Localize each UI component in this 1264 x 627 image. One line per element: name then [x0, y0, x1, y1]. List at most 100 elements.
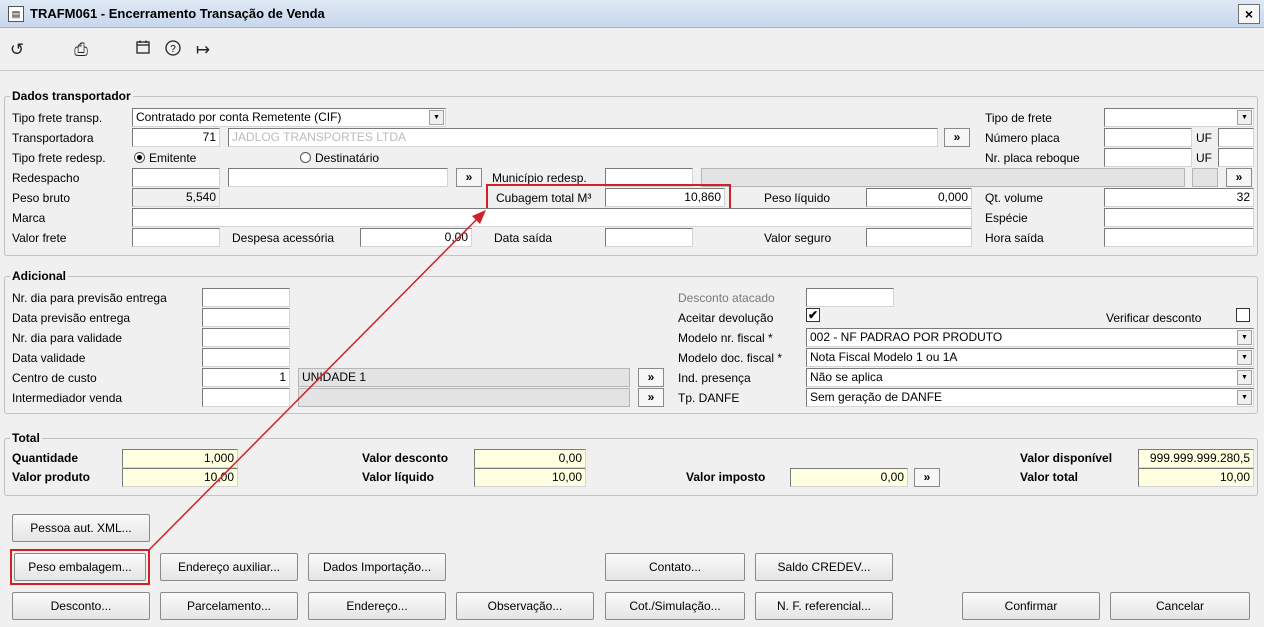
- quantidade-value: 1,000: [122, 449, 238, 468]
- toolbar: ↺ ⎙ ? ↦: [0, 29, 1264, 71]
- municipio-search-button[interactable]: »: [1226, 168, 1252, 187]
- transportadora-search-button[interactable]: »: [944, 128, 970, 147]
- valor-seguro-label: Valor seguro: [764, 231, 832, 245]
- nr-dia-validade-input[interactable]: [202, 328, 290, 347]
- app-icon: ▤: [8, 6, 24, 22]
- group-title-adicional: Adicional: [10, 269, 69, 283]
- peso-bruto-input[interactable]: 5,540: [132, 188, 220, 207]
- endereco-button[interactable]: Endereço...: [308, 592, 446, 620]
- print-icon[interactable]: ⎙: [70, 39, 92, 61]
- title-bar: ▤ TRAFM061 - Encerramento Transação de V…: [0, 0, 1264, 28]
- intermediador-code-input[interactable]: [202, 388, 290, 407]
- hora-saida-label: Hora saída: [985, 231, 1044, 245]
- radio-destinatario[interactable]: Destinatário: [300, 150, 379, 166]
- data-previsao-label: Data previsão entrega: [12, 311, 131, 325]
- undo-icon[interactable]: ↺: [6, 39, 28, 61]
- valor-total-label: Valor total: [1020, 470, 1079, 484]
- transportadora-name-input[interactable]: JADLOG TRANSPORTES LTDA: [228, 128, 938, 147]
- ind-presenca-select[interactable]: Não se aplica ▼: [806, 368, 1254, 387]
- close-button[interactable]: ×: [1238, 4, 1260, 24]
- radio-emitente[interactable]: Emitente: [134, 150, 196, 166]
- valor-produto-value: 10,00: [122, 468, 238, 487]
- cubagem-highlight-box: [486, 184, 731, 211]
- contato-button[interactable]: Contato...: [605, 553, 745, 581]
- valor-produto-label: Valor produto: [12, 470, 90, 484]
- peso-liquido-input[interactable]: 0,000: [866, 188, 972, 207]
- intermediador-search-button[interactable]: »: [638, 388, 664, 407]
- qt-volume-label: Qt. volume: [985, 191, 1044, 205]
- nr-dia-previsao-input[interactable]: [202, 288, 290, 307]
- nr-dia-previsao-label: Nr. dia para previsão entrega: [12, 291, 167, 305]
- data-validade-input[interactable]: [202, 348, 290, 367]
- centro-custo-code-input[interactable]: 1: [202, 368, 290, 387]
- despesa-acessoria-input[interactable]: 0,00: [360, 228, 472, 247]
- especie-input[interactable]: [1104, 208, 1254, 227]
- chevron-down-icon[interactable]: ▼: [1237, 110, 1252, 125]
- desconto-atacado-input[interactable]: [806, 288, 894, 307]
- radio-selected-icon[interactable]: [134, 152, 145, 163]
- redespacho-name-input[interactable]: [228, 168, 448, 187]
- numero-placa-input[interactable]: [1104, 128, 1192, 147]
- tipo-de-frete-select[interactable]: ▼: [1104, 108, 1254, 127]
- verificar-desconto-checkbox[interactable]: [1236, 308, 1250, 322]
- dados-importacao-button[interactable]: Dados Importação...: [308, 553, 446, 581]
- modelo-doc-fiscal-select[interactable]: Nota Fiscal Modelo 1 ou 1A ▼: [806, 348, 1254, 367]
- nr-placa-reboque-input[interactable]: [1104, 148, 1192, 167]
- modelo-doc-fiscal-value: Nota Fiscal Modelo 1 ou 1A: [810, 350, 958, 364]
- chevron-down-icon[interactable]: ▼: [1237, 350, 1252, 365]
- chevron-down-icon[interactable]: ▼: [1237, 390, 1252, 405]
- uf-reboque-input[interactable]: [1218, 148, 1254, 167]
- nr-placa-reboque-label: Nr. placa reboque: [985, 151, 1080, 165]
- valor-seguro-input[interactable]: [866, 228, 972, 247]
- valor-imposto-detail-button[interactable]: »: [914, 468, 940, 487]
- group-title-total: Total: [10, 431, 42, 445]
- modelo-nr-fiscal-select[interactable]: 002 - NF PADRAO POR PRODUTO ▼: [806, 328, 1254, 347]
- desconto-button[interactable]: Desconto...: [12, 592, 150, 620]
- data-validade-label: Data validade: [12, 351, 86, 365]
- chevron-down-icon[interactable]: ▼: [429, 110, 444, 125]
- observacao-button[interactable]: Observação...: [456, 592, 594, 620]
- valor-total-value: 10,00: [1138, 468, 1254, 487]
- saldo-credev-button[interactable]: Saldo CREDEV...: [755, 553, 893, 581]
- valor-frete-input[interactable]: [132, 228, 220, 247]
- radio-unselected-icon[interactable]: [300, 152, 311, 163]
- radio-destinatario-label: Destinatário: [315, 151, 380, 165]
- redespacho-code-input[interactable]: [132, 168, 220, 187]
- desconto-atacado-label: Desconto atacado: [678, 291, 775, 305]
- confirmar-button[interactable]: Confirmar: [962, 592, 1100, 620]
- help-icon[interactable]: ?: [162, 39, 184, 61]
- chevron-down-icon[interactable]: ▼: [1237, 330, 1252, 345]
- calendar-icon[interactable]: [132, 39, 154, 61]
- centro-custo-label: Centro de custo: [12, 371, 97, 385]
- chevron-down-icon[interactable]: ▼: [1237, 370, 1252, 385]
- transportadora-label: Transportadora: [12, 131, 94, 145]
- transportadora-code-input[interactable]: 71: [132, 128, 220, 147]
- parcelamento-button[interactable]: Parcelamento...: [160, 592, 298, 620]
- redespacho-search-button[interactable]: »: [456, 168, 482, 187]
- endereco-auxiliar-button[interactable]: Endereço auxiliar...: [160, 553, 298, 581]
- pessoa-aut-xml-button[interactable]: Pessoa aut. XML...: [12, 514, 150, 542]
- tipo-frete-transp-select[interactable]: Contratado por conta Remetente (CIF) ▼: [132, 108, 446, 127]
- numero-placa-label: Número placa: [985, 131, 1060, 145]
- despesa-acessoria-label: Despesa acessória: [232, 231, 335, 245]
- centro-custo-search-button[interactable]: »: [638, 368, 664, 387]
- nf-referencial-button[interactable]: N. F. referencial...: [755, 592, 893, 620]
- marca-input[interactable]: [132, 208, 972, 227]
- uf-placa-input[interactable]: [1218, 128, 1254, 147]
- qt-volume-input[interactable]: 32: [1104, 188, 1254, 207]
- quantidade-label: Quantidade: [12, 451, 79, 465]
- valor-disponivel-value: 999.999.999.280,5: [1138, 449, 1254, 468]
- data-previsao-input[interactable]: [202, 308, 290, 327]
- valor-desconto-value: 0,00: [474, 449, 586, 468]
- aceitar-devolucao-label: Aceitar devolução: [678, 311, 774, 325]
- ind-presenca-value: Não se aplica: [810, 370, 883, 384]
- hora-saida-input[interactable]: [1104, 228, 1254, 247]
- tp-danfe-select[interactable]: Sem geração de DANFE ▼: [806, 388, 1254, 407]
- cancelar-button[interactable]: Cancelar: [1110, 592, 1250, 620]
- aceitar-devolucao-checkbox[interactable]: ✔: [806, 308, 820, 322]
- exit-icon[interactable]: ↦: [192, 39, 214, 61]
- modelo-nr-fiscal-value: 002 - NF PADRAO POR PRODUTO: [810, 330, 1003, 344]
- marca-label: Marca: [12, 211, 46, 225]
- data-saida-input[interactable]: [605, 228, 693, 247]
- cot-simulacao-button[interactable]: Cot./Simulação...: [605, 592, 745, 620]
